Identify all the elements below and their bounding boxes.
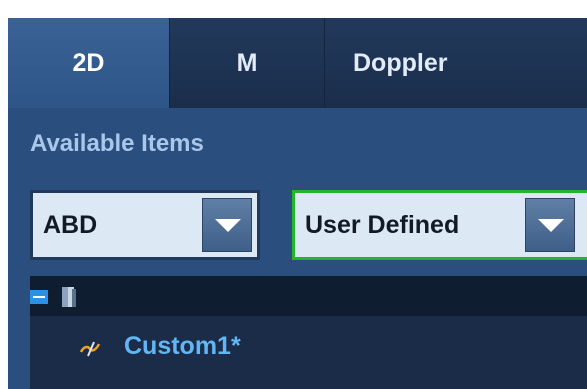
tree-item-label: Custom1* xyxy=(124,332,241,360)
preset-select-value: User Defined xyxy=(305,210,460,239)
preset-panel: 2D M Doppler Available Items ABD User De… xyxy=(8,18,587,389)
tree-root-row[interactable] xyxy=(30,276,587,316)
preset-select[interactable]: User Defined xyxy=(292,190,587,260)
collapse-icon[interactable] xyxy=(30,290,48,304)
chevron-down-icon xyxy=(215,219,241,232)
tab-2d[interactable]: 2D xyxy=(8,18,170,108)
tab-bar: 2D M Doppler xyxy=(8,18,587,108)
tab-doppler[interactable]: Doppler xyxy=(325,18,587,108)
tab-m[interactable]: M xyxy=(170,18,325,108)
items-tree: Custom1* xyxy=(30,276,587,389)
chevron-down-icon xyxy=(538,219,564,232)
exam-dropdown-button[interactable] xyxy=(202,198,252,252)
available-items-title: Available Items xyxy=(30,130,204,157)
custom-pen-icon xyxy=(79,341,101,357)
exam-select-value: ABD xyxy=(43,210,98,239)
folder-icon xyxy=(62,287,76,307)
exam-select[interactable]: ABD xyxy=(30,190,260,260)
preset-dropdown-button[interactable] xyxy=(525,198,575,252)
